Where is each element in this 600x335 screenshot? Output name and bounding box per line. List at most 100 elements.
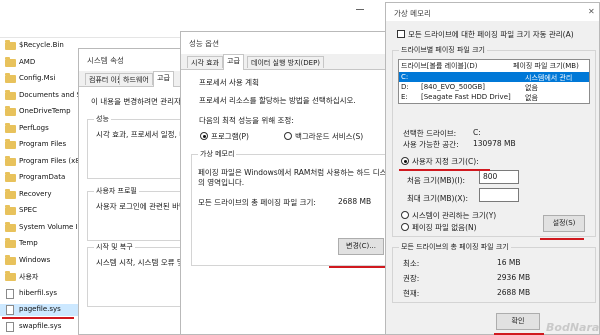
file-list-item[interactable]: ProgramData	[0, 172, 86, 184]
file-list-item[interactable]: Windows	[0, 254, 86, 267]
perf-group-title: 성능	[94, 114, 111, 124]
total-group: 모든 드라이브의 총 페이징 파일 크기 최소: 16 MB 권장: 2936 …	[392, 242, 596, 303]
profile-desc: 사용자 로그인에 관련된 바탕	[96, 202, 186, 211]
file-list-item-label: Program Files (x86)	[19, 156, 87, 165]
free-space-value: 130978 MB	[473, 139, 516, 148]
file-list-item[interactable]: AMD	[0, 56, 86, 69]
file-list-item[interactable]: $Recycle.Bin	[0, 40, 86, 52]
file-list-item-label: hiberfil.sys	[19, 288, 58, 297]
folder-icon	[5, 155, 16, 166]
change-button[interactable]: 변경(C)...	[338, 238, 384, 255]
vm-group-title: 가상 메모리	[198, 149, 237, 159]
system-managed-label: 시스템이 관리하는 크기(Y)	[412, 211, 497, 220]
initial-size-label: 처음 크기(MB)(I):	[407, 176, 466, 185]
system-properties-window: 시스템 속성 컴퓨터 이름 하드웨어 고급 이 내용을 변경하려면 관리자 성능…	[78, 48, 194, 335]
drive-label: [Seagate Fast HDD Drive]	[421, 93, 511, 101]
tab-advanced[interactable]: 고급	[223, 54, 244, 70]
file-list-item[interactable]: OneDriveTemp	[0, 106, 86, 118]
drive-row[interactable]: C: 시스템에서 관리	[399, 72, 589, 82]
custom-size-underline	[399, 169, 490, 171]
max-size-label: 최대 크기(MB)(X):	[407, 194, 468, 203]
folder-icon	[5, 56, 16, 67]
file-list-item[interactable]: System Volume Inform	[0, 221, 98, 234]
services-radio[interactable]	[284, 132, 292, 140]
drive-row[interactable]: E: [Seagate Fast HDD Drive] 없음	[399, 92, 589, 102]
initial-size-input[interactable]: 800	[479, 170, 519, 184]
file-list-item-label: ProgramData	[19, 173, 66, 181]
file-list-item[interactable]: pagefile.sys	[0, 304, 86, 316]
file-list-item[interactable]: hiberfil.sys	[0, 288, 86, 300]
max-size-input[interactable]	[479, 188, 519, 202]
folder-icon	[5, 188, 16, 199]
file-list-item[interactable]: 사용자	[0, 271, 86, 283]
file-list-item-label: Program Files	[19, 140, 67, 148]
drive-row[interactable]: D: [840_EVO_500GB] 없음	[399, 82, 589, 92]
file-list-item-label: AMD	[19, 57, 36, 66]
folder-icon	[5, 238, 16, 248]
file-list-item-label: Recovery	[19, 189, 52, 198]
auto-manage-label: 모든 드라이브에 대한 페이징 파일 크기 자동 관리(A)	[408, 30, 574, 39]
file-list-item[interactable]: Documents and Settin	[0, 89, 97, 102]
tab-dep[interactable]: 데이터 실행 방지(DEP)	[247, 56, 325, 68]
startup-group: 시작 및 복구 시스템 시작, 시스템 오류 및	[87, 242, 193, 307]
file-list-item-label: Temp	[19, 239, 38, 247]
sched-title: 프로세서 사용 계획	[199, 78, 259, 87]
recommended-value: 2936 MB	[497, 273, 531, 282]
drive-list[interactable]: 드라이브[볼륨 레이블](D) 페이징 파일 크기(MB) C: 시스템에서 관리…	[398, 59, 590, 104]
file-list: $Recycle.Bin AMD Config.Msi Documents and S…	[0, 40, 98, 335]
col-size-header: 페이징 파일 크기(MB)	[513, 62, 579, 70]
file-list-item[interactable]: PerfLogs	[0, 122, 86, 135]
file-list-item[interactable]: swapfile.sys	[0, 321, 86, 333]
services-radio-label: 백그라운드 서비스(S)	[295, 132, 364, 141]
no-paging-radio[interactable]	[401, 223, 409, 231]
drive-label: [840_EVO_500GB]	[421, 83, 486, 91]
file-list-item-label: swapfile.sys	[19, 321, 62, 330]
folder-icon	[5, 172, 16, 182]
perfopts-title: 성능 옵션	[189, 39, 219, 48]
watermark: BodNara	[546, 321, 600, 334]
file-list-item-label: pagefile.sys	[19, 305, 61, 313]
set-button[interactable]: 설정(S)	[543, 215, 585, 232]
auto-manage-checkbox[interactable]	[397, 30, 405, 38]
ok-button[interactable]: 확인	[496, 313, 540, 330]
total-group-title: 모든 드라이브의 총 페이징 파일 크기	[399, 242, 511, 252]
custom-size-radio[interactable]	[401, 157, 409, 165]
programs-radio[interactable]	[200, 132, 208, 140]
file-list-item-label: $Recycle.Bin	[19, 41, 64, 49]
performance-options-window: 성능 옵션 시각 효과 고급 데이터 실행 방지(DEP) 프로세서 사용 계획…	[180, 31, 398, 335]
tab-advanced[interactable]: 고급	[153, 71, 174, 87]
file-list-item[interactable]: Config.Msi	[0, 73, 86, 85]
sched-choose: 다음의 최적 성능을 위해 조정:	[199, 116, 294, 125]
set-button-underline	[540, 238, 584, 240]
system-managed-radio[interactable]	[401, 211, 409, 219]
file-icon	[6, 305, 14, 315]
sel-drive-value: C:	[473, 128, 481, 137]
explorer-minimize-icon[interactable]	[356, 9, 364, 10]
free-space-label: 사용 가능한 공간:	[403, 140, 459, 149]
folder-icon	[5, 139, 16, 149]
file-list-item[interactable]: Temp	[0, 238, 86, 250]
close-icon[interactable]: ✕	[588, 7, 595, 16]
perfopts-titlebar: 성능 옵션	[181, 32, 397, 54]
drive-letter: D:	[401, 83, 409, 91]
profile-group: 사용자 프로필 사용자 로그인에 관련된 바탕	[87, 186, 193, 241]
perfopts-tabrow: 시각 효과 고급 데이터 실행 방지(DEP)	[181, 54, 397, 70]
tab-visual-effects[interactable]: 시각 효과	[187, 56, 223, 68]
programs-radio-label: 프로그램(P)	[211, 132, 249, 141]
per-drive-group: 드라이브별 페이징 파일 크기 드라이브[볼륨 레이블](D) 페이징 파일 크…	[392, 45, 596, 237]
no-paging-label: 페이징 파일 없음(N)	[412, 223, 477, 232]
file-list-item[interactable]: SPEC	[0, 205, 86, 217]
sysprops-intro: 이 내용을 변경하려면 관리자	[91, 97, 181, 106]
file-list-item[interactable]: Program Files	[0, 139, 86, 151]
vm-total-label: 모든 드라이브의 총 페이징 파일 크기:	[198, 198, 316, 207]
sel-drive-label: 선택한 드라이브:	[403, 129, 457, 138]
tab-hardware[interactable]: 하드웨어	[119, 73, 153, 85]
profile-group-title: 사용자 프로필	[94, 186, 139, 196]
file-list-item[interactable]: Program Files (x86)	[0, 155, 87, 168]
vm-titlebar: 가상 메모리 ✕	[386, 3, 599, 21]
sysprops-body: 이 내용을 변경하려면 관리자 성능 시각 효과, 프로세서 일정, 메 사용자…	[79, 87, 193, 334]
file-list-item-label: PerfLogs	[19, 123, 49, 132]
change-button-underline	[329, 266, 385, 268]
drive-rows: C: 시스템에서 관리 D: [840_EVO_500GB] 없음 E: [Seagate …	[399, 72, 589, 103]
file-list-item[interactable]: Recovery	[0, 188, 86, 201]
